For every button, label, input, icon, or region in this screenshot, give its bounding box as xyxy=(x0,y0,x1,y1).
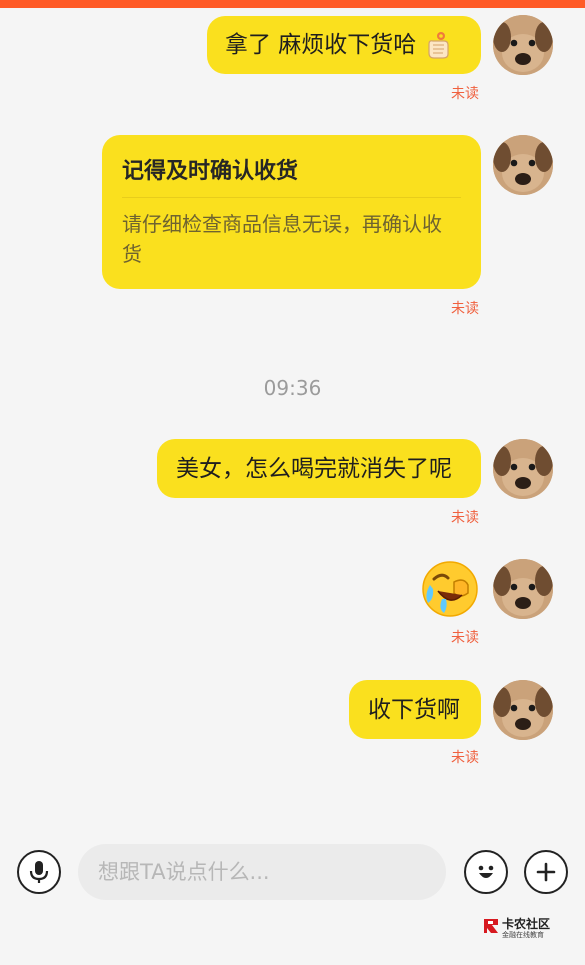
message-text: 美女，怎么喝完就消失了呢 xyxy=(176,455,452,482)
top-status-strip xyxy=(0,0,585,8)
card-body: 请仔细检查商品信息无误，再确认收货 xyxy=(122,212,442,266)
unread-label: 未读 xyxy=(451,510,479,526)
confirm-receipt-card[interactable]: 记得及时确认收货 请仔细检查商品信息无误，再确认收货 xyxy=(102,135,481,289)
crying-laughing-facepalm-emoji[interactable] xyxy=(420,559,480,619)
avatar[interactable] xyxy=(493,15,553,75)
avatar[interactable] xyxy=(493,135,553,195)
plus-icon xyxy=(535,861,557,883)
message-bubble[interactable]: 美女，怎么喝完就消失了呢 xyxy=(157,439,481,498)
watermark-icon xyxy=(482,917,500,935)
avatar[interactable] xyxy=(493,559,553,619)
microphone-icon xyxy=(28,859,50,885)
emoji-button[interactable] xyxy=(464,850,508,894)
hand-gesture-icon xyxy=(424,30,450,60)
message-text: 拿了 麻烦收下货哈 xyxy=(225,32,417,58)
unread-label: 未读 xyxy=(451,301,479,317)
avatar[interactable] xyxy=(493,439,553,499)
avatar[interactable] xyxy=(493,680,553,740)
message-bubble[interactable]: 收下货啊 xyxy=(349,680,481,739)
unread-label: 未读 xyxy=(451,630,479,646)
watermark-subtitle: 金融在线教育 xyxy=(502,931,544,939)
timestamp: 09:36 xyxy=(263,376,322,400)
voice-button[interactable] xyxy=(17,850,61,894)
watermark-logo: 卡农社区 金融在线教育 xyxy=(482,915,582,939)
card-title: 记得及时确认收货 xyxy=(122,159,299,184)
chat-input-bar xyxy=(0,830,585,920)
emoji-icon xyxy=(473,859,499,885)
message-bubble[interactable]: 拿了 麻烦收下货哈 xyxy=(207,16,481,74)
card-divider xyxy=(122,197,461,198)
unread-label: 未读 xyxy=(451,86,479,102)
unread-label: 未读 xyxy=(451,750,479,766)
message-text: 收下货啊 xyxy=(368,696,460,723)
message-input[interactable] xyxy=(78,844,446,900)
more-button[interactable] xyxy=(524,850,568,894)
